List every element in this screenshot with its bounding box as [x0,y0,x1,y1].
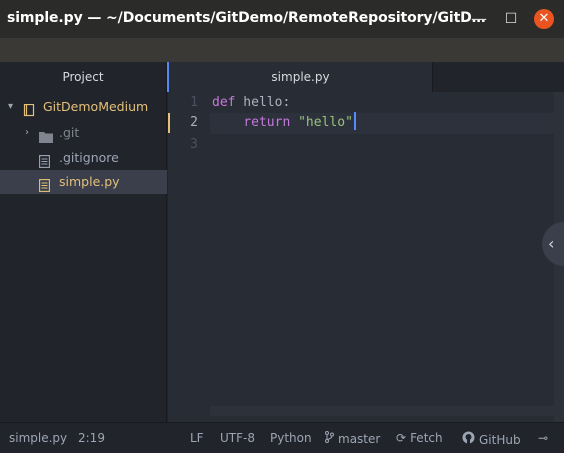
maximize-button[interactable]: ☐ [501,10,521,28]
horizontal-scrollbar[interactable] [210,406,554,416]
branch-label: master [338,432,381,446]
status-branch[interactable]: master [325,431,380,446]
line-number-gutter: 1 2 3 [168,92,208,422]
sync-icon: ⟳ [396,431,407,445]
status-github[interactable]: GitHub [462,431,521,447]
close-button[interactable]: ✕ [534,9,554,29]
dock-toggle-chevron-left-icon[interactable]: ‹ [542,222,564,266]
tab-simple-py[interactable]: simple.py [167,62,433,92]
modified-line-marker [168,113,170,133]
minimize-button[interactable]: — [469,10,489,28]
line-number: 2 [190,115,198,130]
code-editor[interactable]: 1 2 3 def hello: return "hello" ‹ [168,92,564,422]
atom-window: simple.py — ~/Documents/GitDemo/RemoteRe… [0,0,564,453]
keyword-def: def [212,95,236,110]
line-number: 1 [190,95,198,110]
status-cursor-position[interactable]: 2:19 [78,431,105,445]
menu-bar [0,38,564,62]
git-commit-icon[interactable]: ⊸ [538,431,548,445]
title-bar: simple.py — ~/Documents/GitDemo/RemoteRe… [0,0,564,38]
status-file-name[interactable]: simple.py [9,431,67,445]
status-bar: simple.py 2:19 LF UTF-8 Python master ⟳ F… [0,422,564,453]
fetch-label: Fetch [410,431,443,445]
tree-item-label: simple.py [59,174,120,189]
text-cursor [353,112,356,130]
status-line-ending[interactable]: LF [190,431,204,445]
string-literal: "hello" [298,115,353,130]
function-signature: hello: [235,95,291,110]
tree-item-git-folder[interactable]: › .git [0,121,167,145]
file-icon [39,176,50,200]
tab-bar: simple.py [167,62,564,92]
tree-view: ▾ GitDemoMedium › .git .gitignore simple… [0,92,167,422]
tree-item-label: GitDemoMedium [43,99,149,114]
git-branch-icon [325,431,334,446]
chevron-down-icon: ▾ [8,101,14,112]
tree-item-label: .git [59,125,80,140]
status-grammar[interactable]: Python [270,431,312,445]
tree-item-label: .gitignore [59,150,119,165]
keyword-return: return [243,115,291,130]
code-line-1[interactable]: def hello: [212,92,290,114]
github-label: GitHub [479,433,521,447]
github-icon [462,431,475,447]
chevron-right-icon: › [25,127,29,138]
line-number: 3 [190,137,198,152]
tree-view-header[interactable]: Project [0,62,167,92]
tree-item-project-root[interactable]: ▾ GitDemoMedium [0,95,167,119]
code-line-2[interactable]: return "hello" [212,112,356,134]
tree-item-gitignore[interactable]: .gitignore [0,146,167,170]
status-encoding[interactable]: UTF-8 [220,431,255,445]
status-fetch[interactable]: ⟳ Fetch [396,431,443,445]
tree-item-simple-py[interactable]: simple.py [0,170,167,194]
window-title: simple.py — ~/Documents/GitDemo/RemoteRe… [7,10,486,26]
